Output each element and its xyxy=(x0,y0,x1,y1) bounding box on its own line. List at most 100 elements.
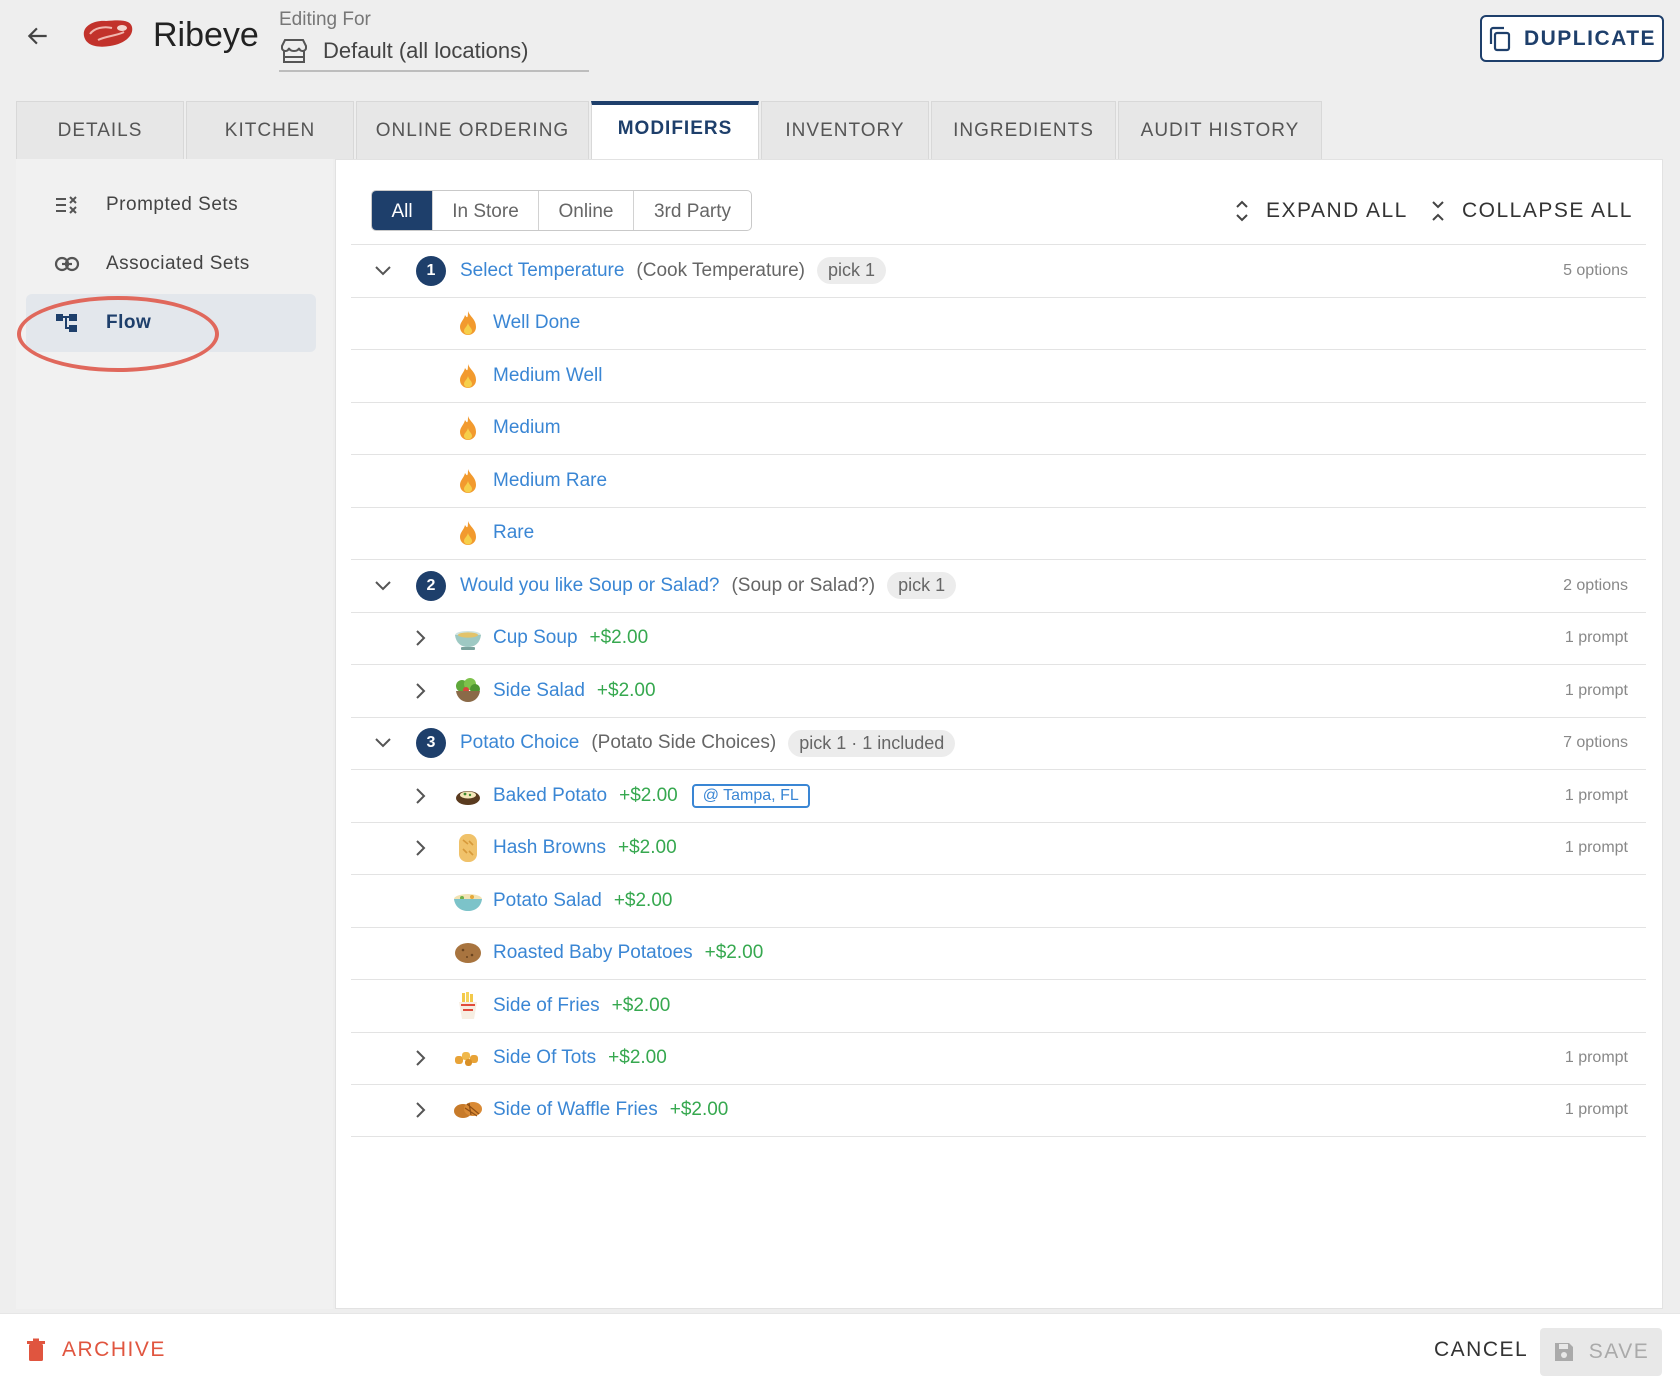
option-name-link[interactable]: Side Of Tots xyxy=(493,1047,596,1069)
group-alias: (Cook Temperature) xyxy=(636,259,806,281)
option-entry: Rare xyxy=(451,516,534,550)
option-name-link[interactable]: Side of Fries xyxy=(493,995,600,1017)
baked-potato-icon xyxy=(451,779,485,813)
back-button[interactable] xyxy=(20,18,56,54)
option-name-link[interactable]: Medium xyxy=(493,417,561,439)
modifier-flow-panel: All In Store Online 3rd Party EXPAND ALL… xyxy=(335,159,1663,1309)
floppy-disk-icon xyxy=(1554,1343,1573,1361)
pick-badge: pick 1 xyxy=(817,257,887,285)
option-price: +$2.00 xyxy=(618,837,677,859)
group-name-link[interactable]: Select Temperature xyxy=(460,260,624,282)
tab-kitchen[interactable]: KITCHEN xyxy=(186,101,354,159)
chevron-right-icon[interactable] xyxy=(408,1098,432,1122)
sidebar-item-prompted-sets[interactable]: Prompted Sets xyxy=(26,176,316,234)
tab-audit-history[interactable]: AUDIT HISTORY xyxy=(1118,101,1322,159)
option-name-link[interactable]: Well Done xyxy=(493,312,580,334)
option-name-link[interactable]: Medium Well xyxy=(493,365,602,387)
modifier-option-row: Well Done xyxy=(351,296,1646,350)
filter-in-store[interactable]: In Store xyxy=(433,191,539,230)
modifier-option-row: Side Salad +$2.00 1 prompt xyxy=(351,664,1646,717)
chevron-down-icon[interactable] xyxy=(371,731,395,755)
option-name-link[interactable]: Rare xyxy=(493,522,534,544)
archive-button[interactable]: ARCHIVE xyxy=(26,1338,166,1362)
option-price: +$2.00 xyxy=(611,994,671,1016)
tab-online-ordering[interactable]: ONLINE ORDERING xyxy=(356,101,589,159)
location-override-badge[interactable]: @ Tampa, FL xyxy=(691,783,810,808)
filter-3rd-party[interactable]: 3rd Party xyxy=(634,191,751,230)
chevron-right-icon[interactable] xyxy=(408,1046,432,1070)
option-entry: Side of Fries +$2.00 xyxy=(451,989,670,1023)
modifier-group-row: 2 Would you like Soup or Salad? (Soup or… xyxy=(351,559,1646,612)
modifier-group-row: 3 Potato Choice (Potato Side Choices) pi… xyxy=(351,716,1646,770)
potato-icon xyxy=(451,936,485,970)
channel-filter: All In Store Online 3rd Party xyxy=(371,190,752,231)
filter-online[interactable]: Online xyxy=(539,191,634,230)
pick-badge: pick 1 xyxy=(887,572,957,600)
prompt-count: 1 prompt xyxy=(1564,786,1628,804)
tab-details[interactable]: DETAILS xyxy=(16,101,184,159)
modifier-option-row: Side Of Tots +$2.00 1 prompt xyxy=(351,1031,1646,1085)
option-name-link[interactable]: Medium Rare xyxy=(493,470,607,492)
location-value: Default (all locations) xyxy=(323,38,529,63)
option-name-link[interactable]: Hash Browns xyxy=(493,837,606,859)
flame-icon xyxy=(451,464,485,498)
save-button[interactable]: SAVE xyxy=(1540,1328,1662,1376)
sidebar-item-flow[interactable]: Flow xyxy=(26,294,316,352)
pick-badge: pick 1 · 1 included xyxy=(788,729,956,757)
option-name-link[interactable]: Roasted Baby Potatoes xyxy=(493,942,693,964)
tab-inventory[interactable]: INVENTORY xyxy=(761,101,929,159)
location-selector[interactable]: Default (all locations) xyxy=(279,32,589,72)
option-entry: Roasted Baby Potatoes +$2.00 xyxy=(451,936,763,970)
chevron-right-icon[interactable] xyxy=(408,784,432,808)
sidebar-item-label: Flow xyxy=(106,312,152,333)
option-name-link[interactable]: Potato Salad xyxy=(493,890,602,912)
option-name-link[interactable]: Side of Waffle Fries xyxy=(493,1099,658,1121)
prompt-count: 1 prompt xyxy=(1564,629,1628,647)
modifier-option-row: Potato Salad +$2.00 xyxy=(351,874,1646,927)
filter-all[interactable]: All xyxy=(372,191,433,230)
modifier-option-row: Side of Waffle Fries +$2.00 1 prompt xyxy=(351,1084,1646,1137)
option-name-link[interactable]: Side Salad xyxy=(493,680,585,702)
steak-icon xyxy=(80,14,136,54)
tab-modifiers[interactable]: MODIFIERS xyxy=(591,101,759,160)
group-name-link[interactable]: Potato Choice xyxy=(460,732,579,754)
chevron-right-icon[interactable] xyxy=(408,836,432,860)
option-entry: Cup Soup +$2.00 xyxy=(451,621,648,655)
footer-action-bar: ARCHIVE CANCEL SAVE xyxy=(0,1313,1680,1393)
cancel-button[interactable]: CANCEL xyxy=(1434,1338,1528,1362)
option-name-link[interactable]: Cup Soup xyxy=(493,627,578,649)
option-entry: Baked Potato +$2.00 @ Tampa, FL xyxy=(451,779,810,813)
group-title: Potato Choice (Potato Side Choices) pick… xyxy=(460,729,956,757)
group-name-link[interactable]: Would you like Soup or Salad? xyxy=(460,575,719,597)
modifier-group-row: 1 Select Temperature (Cook Temperature) … xyxy=(351,244,1646,297)
chevron-down-icon[interactable] xyxy=(371,574,395,598)
editing-for-label: Editing For xyxy=(279,9,371,30)
expand-all-button[interactable]: EXPAND ALL xyxy=(1234,190,1408,231)
group-number-badge: 1 xyxy=(416,255,446,286)
option-entry: Medium Rare xyxy=(451,464,607,498)
flame-icon xyxy=(451,306,485,340)
collapse-all-button[interactable]: COLLAPSE ALL xyxy=(1430,190,1633,231)
modifiers-sidebar: Prompted Sets Associated Sets Flow xyxy=(16,159,333,1309)
salad-icon xyxy=(451,674,485,708)
modifier-option-row: Roasted Baby Potatoes +$2.00 xyxy=(351,926,1646,980)
group-title: Would you like Soup or Salad? (Soup or S… xyxy=(460,572,957,600)
option-name-link[interactable]: Baked Potato xyxy=(493,785,607,807)
chevron-right-icon[interactable] xyxy=(408,679,432,703)
flame-icon xyxy=(451,516,485,550)
link-icon xyxy=(48,256,86,272)
tab-ingredients[interactable]: INGREDIENTS xyxy=(931,101,1116,159)
option-price: +$2.00 xyxy=(613,889,673,911)
prompt-count: 1 prompt xyxy=(1564,1049,1628,1067)
duplicate-button[interactable]: DUPLICATE xyxy=(1480,15,1664,62)
modifier-tree: 1 Select Temperature (Cook Temperature) … xyxy=(351,244,1646,1137)
item-title: Ribeye xyxy=(153,16,259,54)
modifier-option-row: Medium Well xyxy=(351,349,1646,402)
option-price: +$2.00 xyxy=(619,784,678,806)
option-entry: Potato Salad +$2.00 xyxy=(451,884,672,918)
prompt-count: 1 prompt xyxy=(1564,1101,1628,1119)
copy-icon xyxy=(1489,26,1511,51)
sidebar-item-associated-sets[interactable]: Associated Sets xyxy=(26,235,316,293)
chevron-down-icon[interactable] xyxy=(371,259,395,283)
chevron-right-icon[interactable] xyxy=(408,626,432,650)
